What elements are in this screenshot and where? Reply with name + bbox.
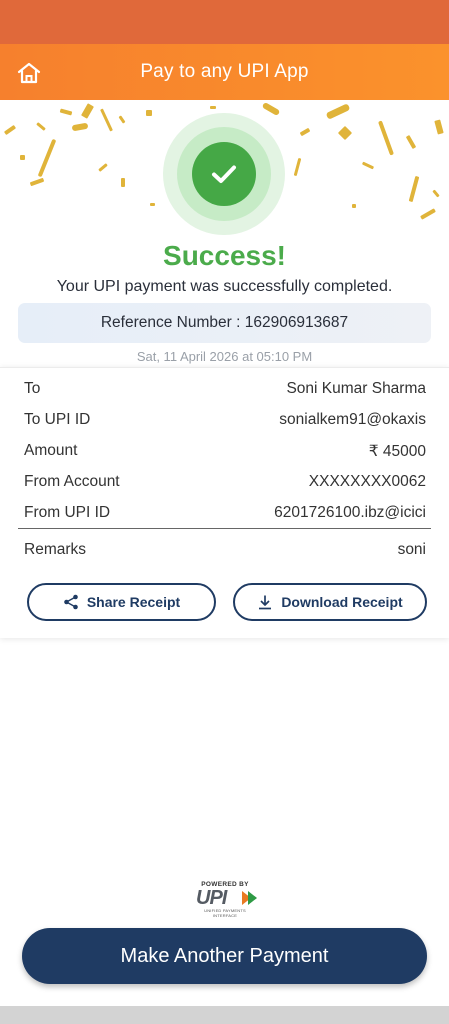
confetti bbox=[434, 119, 444, 135]
confetti bbox=[121, 178, 125, 187]
confetti bbox=[98, 163, 108, 172]
remarks-value: soni bbox=[397, 541, 426, 558]
download-receipt-button[interactable]: Download Receipt bbox=[233, 583, 427, 621]
remarks-label: Remarks bbox=[24, 541, 87, 558]
confetti bbox=[20, 155, 25, 160]
confetti bbox=[325, 103, 351, 120]
reference-number-box: Reference Number : 162906913687 bbox=[18, 303, 431, 343]
confetti bbox=[36, 122, 46, 131]
to-upi-value: sonialkem91@okaxis bbox=[279, 411, 426, 428]
confetti bbox=[408, 175, 420, 203]
to-upi-label: To UPI ID bbox=[24, 411, 91, 428]
reference-number: Reference Number : 162906913687 bbox=[100, 314, 349, 331]
confetti bbox=[293, 157, 302, 177]
success-title: Success! bbox=[163, 240, 286, 271]
status-bar bbox=[0, 0, 449, 44]
confetti bbox=[3, 124, 17, 136]
make-another-payment-button[interactable]: Make Another Payment bbox=[22, 928, 427, 984]
download-icon bbox=[259, 595, 272, 610]
confetti bbox=[59, 108, 73, 116]
share-icon bbox=[64, 594, 78, 610]
confetti bbox=[405, 134, 417, 150]
from-upi-value: 6201726100.ibz@icici bbox=[274, 504, 426, 521]
upi-logo: POWERED BY UPI UNIFIED PAYMENTS INTERFAC… bbox=[193, 881, 257, 918]
confetti bbox=[80, 103, 95, 119]
confetti bbox=[361, 161, 375, 170]
share-receipt-label: Share Receipt bbox=[86, 594, 181, 610]
success-message: Your UPI payment was successfully comple… bbox=[56, 278, 393, 295]
success-banner bbox=[0, 100, 449, 240]
confetti bbox=[118, 115, 126, 124]
download-receipt-label: Download Receipt bbox=[281, 594, 403, 610]
system-nav-bar bbox=[0, 1006, 449, 1024]
confetti bbox=[210, 106, 216, 109]
detail-row-remarks: Remarks soni bbox=[24, 541, 426, 563]
detail-row-to-upi: To UPI ID sonialkem91@okaxis bbox=[24, 411, 426, 433]
detail-row-from-account: From Account XXXXXXXX0062 bbox=[24, 473, 426, 495]
from-account-label: From Account bbox=[24, 473, 120, 490]
app-header: Pay to any UPI App bbox=[0, 44, 449, 100]
amount-label: Amount bbox=[24, 442, 78, 459]
confetti bbox=[299, 127, 311, 137]
amount-value: ₹ 45000 bbox=[368, 443, 426, 460]
share-receipt-button[interactable]: Share Receipt bbox=[27, 583, 216, 621]
confetti bbox=[337, 125, 353, 141]
confetti bbox=[352, 204, 356, 208]
transaction-datetime: Sat, 11 April 2026 at 05:10 PM bbox=[136, 349, 313, 364]
confetti bbox=[100, 108, 113, 132]
confetti bbox=[377, 120, 395, 156]
divider bbox=[18, 528, 431, 529]
to-value: Soni Kumar Sharma bbox=[286, 380, 426, 397]
detail-row-amount: Amount ₹ 45000 bbox=[24, 442, 426, 464]
success-indicator bbox=[163, 113, 285, 235]
transaction-details-card: To Soni Kumar Sharma To UPI ID sonialkem… bbox=[0, 367, 449, 638]
upi-wordmark: UPI bbox=[196, 887, 227, 909]
detail-row-from-upi: From UPI ID 6201726100.ibz@icici bbox=[24, 504, 426, 526]
from-account-value: XXXXXXXX0062 bbox=[308, 473, 426, 490]
to-label: To bbox=[24, 380, 41, 397]
detail-row-to: To Soni Kumar Sharma bbox=[24, 380, 426, 402]
from-upi-label: From UPI ID bbox=[24, 504, 111, 521]
page-title: Pay to any UPI App bbox=[140, 61, 309, 82]
upi-subtext: UNIFIED PAYMENTS INTERFACE bbox=[204, 908, 246, 918]
confetti bbox=[432, 189, 440, 198]
confetti bbox=[420, 208, 436, 220]
checkmark-icon bbox=[212, 165, 236, 183]
confetti bbox=[71, 122, 89, 132]
confetti bbox=[37, 138, 57, 178]
confetti bbox=[146, 110, 152, 116]
confetti bbox=[150, 203, 155, 206]
confetti bbox=[29, 177, 45, 187]
